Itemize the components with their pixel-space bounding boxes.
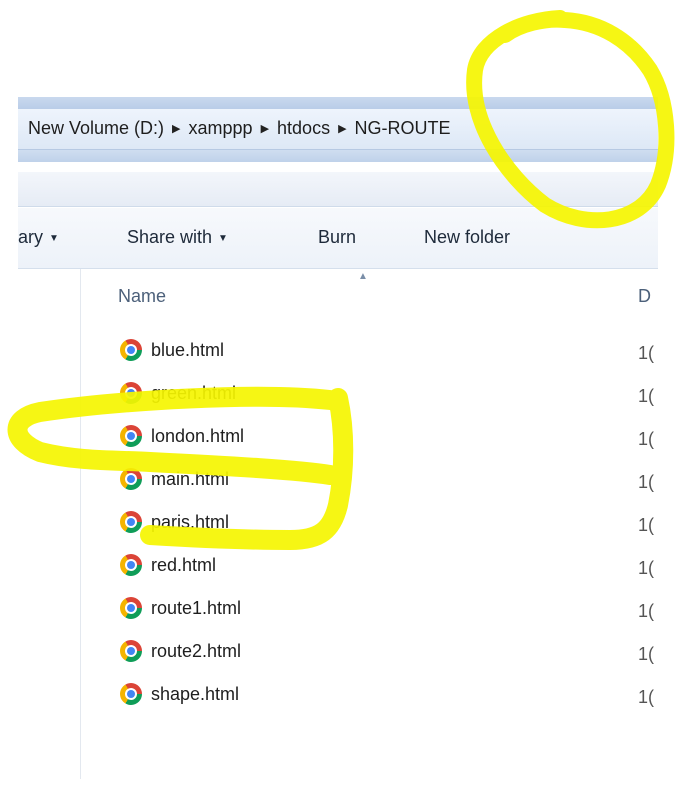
breadcrumb-item-volume[interactable]: New Volume (D:) [28,118,170,139]
list-item[interactable]: red.html [120,550,216,580]
search-strip [18,172,658,207]
breadcrumb-item-ng-route[interactable]: NG-ROUTE [355,118,457,139]
chrome-icon [120,683,142,705]
file-date: 1( [638,644,655,664]
chevron-right-icon[interactable]: ▶ [336,122,354,135]
chrome-icon [120,640,142,662]
file-name: paris.html [151,511,230,532]
burn-button[interactable]: Burn [318,227,356,248]
file-name: green.html [151,382,237,403]
file-date: 1( [638,515,655,535]
column-header-date[interactable]: D [638,286,651,307]
chevron-right-icon[interactable]: ▶ [259,122,277,135]
file-name: route2.html [151,640,242,661]
file-name: blue.html [151,339,225,360]
file-date: 1( [638,687,655,707]
chrome-icon [120,339,142,361]
breadcrumb-item-htdocs[interactable]: htdocs [277,118,336,139]
file-date: 1( [638,601,655,621]
chrome-icon [120,511,142,533]
breadcrumb: New Volume (D:) ▶ xamppp ▶ htdocs ▶ NG-R… [28,118,457,139]
list-item[interactable]: route1.html [120,593,241,623]
file-name: main.html [151,468,230,489]
list-item[interactable]: blue.html [120,335,224,365]
new-folder-button[interactable]: New folder [424,227,510,248]
list-item[interactable]: london.html [120,421,244,451]
list-item[interactable]: route2.html [120,636,241,666]
list-item[interactable]: main.html [120,464,229,494]
chrome-icon [120,468,142,490]
address-bar[interactable]: New Volume (D:) ▶ xamppp ▶ htdocs ▶ NG-R… [18,109,658,150]
file-date: 1( [638,429,655,449]
address-bar-top-border [18,97,658,109]
sort-up-icon: ▲ [358,271,368,282]
list-item[interactable]: green.html [120,378,236,408]
file-name: red.html [151,554,217,575]
chrome-icon [120,382,142,404]
share-with-button[interactable]: Share with ▼ [127,227,228,248]
command-toolbar: ary ▼ Share with ▼ Burn New folder [18,208,658,269]
caret-down-icon: ▼ [218,233,228,244]
caret-down-icon: ▼ [49,233,59,244]
breadcrumb-item-xamppp[interactable]: xamppp [189,118,259,139]
file-date: 1( [638,558,655,578]
file-name: shape.html [151,683,240,704]
navigation-pane[interactable] [18,269,81,779]
list-item[interactable]: shape.html [120,679,239,709]
file-name: london.html [151,425,245,446]
address-bar-bottom-border [18,150,658,162]
chevron-right-icon[interactable]: ▶ [170,122,188,135]
share-with-label: Share with [127,227,213,247]
chrome-icon [120,425,142,447]
chrome-icon [120,597,142,619]
file-name: route1.html [151,597,242,618]
organize-label: ary [18,227,44,247]
file-date: 1( [638,343,655,363]
column-header-name[interactable]: Name [118,286,166,307]
chrome-icon [120,554,142,576]
file-date: 1( [638,472,655,492]
file-date: 1( [638,386,655,406]
organize-button[interactable]: ary ▼ [18,227,59,248]
list-item[interactable]: paris.html [120,507,229,537]
